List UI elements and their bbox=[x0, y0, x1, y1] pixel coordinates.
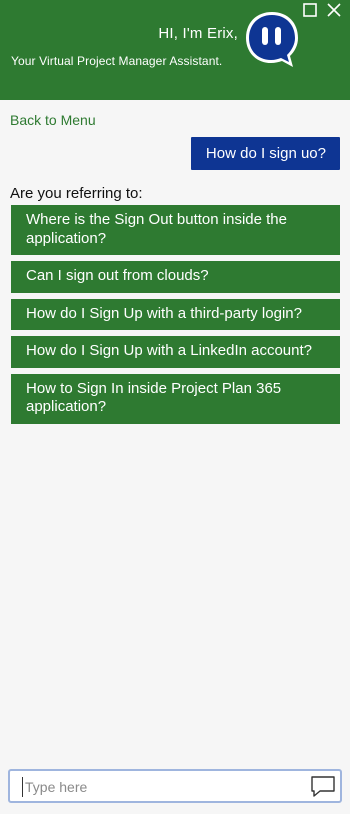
greeting-text: HI, I'm Erix, bbox=[158, 25, 238, 42]
suggestion-option[interactable]: Can I sign out from clouds? bbox=[11, 261, 340, 293]
suggestion-option[interactable]: How to Sign In inside Project Plan 365 a… bbox=[11, 373, 340, 424]
suggestion-prompt: Are you referring to: bbox=[10, 185, 143, 202]
message-input[interactable] bbox=[22, 777, 305, 797]
close-icon[interactable] bbox=[326, 2, 342, 18]
user-message-bubble: How do I sign uo? bbox=[190, 137, 340, 170]
chat-bubble-icon[interactable] bbox=[310, 775, 336, 799]
suggestion-option[interactable]: How do I Sign Up with a LinkedIn account… bbox=[11, 336, 340, 368]
message-input-bar bbox=[8, 769, 342, 803]
restore-window-icon[interactable] bbox=[302, 2, 318, 18]
suggestion-list: Where is the Sign Out button inside the … bbox=[11, 205, 340, 430]
suggestion-option[interactable]: How do I Sign Up with a third-party logi… bbox=[11, 298, 340, 330]
chat-header: HI, I'm Erix, Your Virtual Project Manag… bbox=[0, 0, 350, 100]
chat-bot-icon bbox=[244, 10, 300, 68]
back-to-menu-link[interactable]: Back to Menu bbox=[10, 112, 96, 128]
suggestion-option[interactable]: Where is the Sign Out button inside the … bbox=[11, 205, 340, 255]
assistant-subtitle: Your Virtual Project Manager Assistant. bbox=[11, 54, 223, 68]
